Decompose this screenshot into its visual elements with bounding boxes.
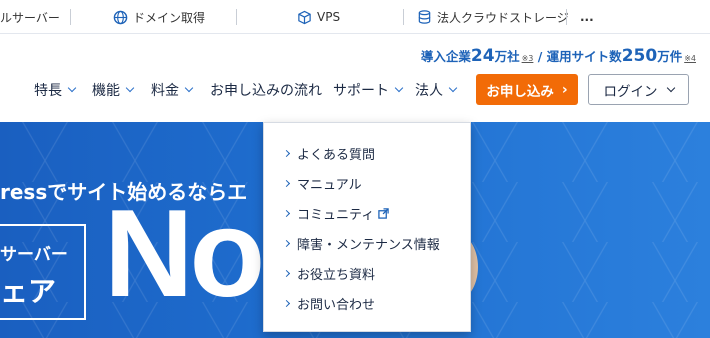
stats-unit: 万件 [657, 49, 683, 64]
nav-label: 料金 [151, 83, 179, 99]
database-icon [418, 10, 431, 24]
stats-label-sites: 運用サイト数 [546, 49, 622, 64]
menu-item-label: お役立ち資料 [297, 267, 376, 283]
apply-button[interactable]: お申し込み › [476, 74, 578, 105]
chevron-down-icon [125, 83, 135, 93]
topbar-label: ドメイン取得 [133, 10, 206, 25]
divider [70, 9, 71, 25]
topbar-label: ルサーバー [0, 10, 60, 25]
external-link-icon [378, 207, 389, 219]
hero-headline: No [104, 185, 265, 323]
globe-icon [113, 10, 128, 24]
topbar-item-domain[interactable]: ドメイン取得 [113, 7, 205, 27]
nav-label: 特長 [34, 83, 62, 99]
menu-item-label: コミュニティ [297, 207, 375, 223]
menu-item-resources[interactable]: お役立ち資料 [282, 263, 376, 283]
chevron-right-icon [282, 179, 291, 187]
dropdown-caret [362, 114, 378, 122]
topbar-item-vps[interactable]: VPS [297, 7, 340, 27]
chevron-right-icon [282, 299, 291, 307]
stats-footnote[interactable]: ※4 [684, 54, 696, 63]
support-dropdown-menu: よくある質問 マニュアル コミュニティ 障害・メンテナンス情報 お役立ち資料 お… [263, 122, 471, 332]
chevron-right-icon [282, 269, 291, 277]
nav-item-corporate[interactable]: 法人 [415, 76, 458, 104]
service-bar: ルサーバー ドメイン取得 VPS 法人クラウドストレージ ... [0, 0, 710, 34]
topbar-item-rental-server[interactable]: ルサーバー [0, 7, 60, 27]
stats-value-companies: 24 [470, 46, 495, 66]
menu-item-contact[interactable]: お問い合わせ [282, 293, 376, 313]
nav-item-support[interactable]: サポート [333, 76, 404, 104]
nav-item-functions[interactable]: 機能 [92, 76, 135, 104]
menu-item-faq[interactable]: よくある質問 [282, 143, 376, 163]
login-button-label: ログイン [603, 83, 658, 100]
chevron-down-icon [394, 83, 404, 93]
nav-item-pricing[interactable]: 料金 [151, 76, 194, 104]
chevron-down-icon [67, 83, 77, 93]
divider [236, 9, 237, 25]
chevron-right-icon [282, 239, 291, 247]
menu-item-maintenance-info[interactable]: 障害・メンテナンス情報 [282, 233, 440, 253]
divider [403, 9, 404, 25]
chevron-right-icon: › [561, 81, 568, 98]
topbar-label: VPS [317, 10, 341, 24]
menu-item-label: お問い合わせ [297, 297, 376, 313]
menu-item-label: 障害・メンテナンス情報 [297, 237, 440, 253]
nav-label: お申し込みの流れ [210, 83, 322, 99]
stats-unit: 万社 [494, 49, 520, 64]
cube-icon [298, 10, 311, 24]
menu-item-label: マニュアル [297, 177, 362, 193]
stats-separator: / [533, 49, 547, 64]
more-icon[interactable]: ... [580, 7, 594, 27]
menu-item-community[interactable]: コミュニティ [282, 203, 389, 223]
nav-item-application-flow[interactable]: お申し込みの流れ [210, 76, 322, 104]
chevron-right-icon [282, 149, 291, 157]
topbar-label: 法人クラウドストレージ [437, 10, 569, 25]
divider [566, 9, 567, 25]
stats-footnote[interactable]: ※3 [522, 54, 534, 63]
topbar-item-cloud-storage[interactable]: 法人クラウドストレージ [417, 7, 569, 27]
more-label: ... [580, 10, 594, 24]
stats-label-companies: 導入企業 [420, 49, 471, 64]
chevron-right-icon [282, 209, 291, 217]
nav-item-features[interactable]: 特長 [34, 76, 77, 104]
login-button[interactable]: ログイン [588, 74, 689, 105]
menu-item-manual[interactable]: マニュアル [282, 173, 362, 193]
apply-button-label: お申し込み [486, 83, 554, 100]
nav-label: サポート [333, 83, 389, 99]
nav-label: 機能 [92, 83, 120, 99]
chevron-down-icon [184, 83, 194, 93]
chevron-down-icon [448, 83, 458, 93]
company-stats: 導入企業24万社 ※3 / 運用サイト数250万件 ※4 [421, 46, 696, 66]
hero-badge-line2: ェア [0, 275, 57, 308]
chevron-down-icon [666, 83, 675, 92]
hero-badge-line1: サーバー [0, 245, 68, 265]
nav-label: 法人 [415, 83, 443, 99]
stats-value-sites: 250 [621, 46, 658, 66]
menu-item-label: よくある質問 [297, 147, 376, 163]
